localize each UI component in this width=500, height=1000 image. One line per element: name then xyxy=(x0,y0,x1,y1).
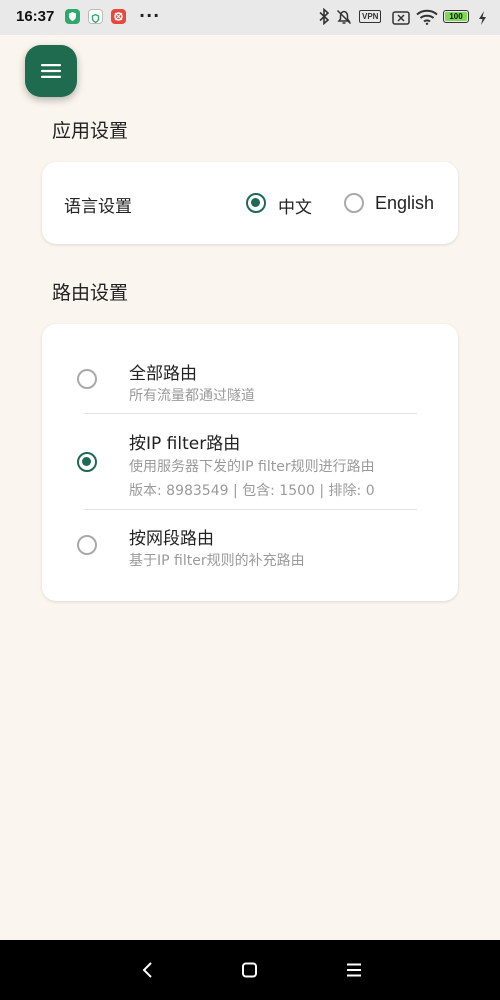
menu-button[interactable] xyxy=(25,45,77,97)
bell-off-icon xyxy=(335,8,353,30)
route-option-desc: 所有流量都通过隧道 xyxy=(129,388,255,404)
app-settings-title: 应用设置 xyxy=(52,120,129,142)
charging-icon xyxy=(478,10,487,29)
sim-off-icon xyxy=(392,10,410,29)
language-option-label: English xyxy=(375,193,435,213)
bluetooth-icon xyxy=(318,7,330,29)
status-time: 16:37 xyxy=(16,8,55,25)
divider xyxy=(83,413,417,414)
home-icon[interactable] xyxy=(241,960,259,984)
language-card: 语言设置 中文 English xyxy=(42,162,458,244)
radio-route-ip-filter[interactable] xyxy=(77,452,97,472)
battery-level: 100 xyxy=(445,12,467,21)
navigation-bar xyxy=(0,940,500,1000)
wifi-icon xyxy=(416,9,438,29)
shield-green-icon xyxy=(65,9,80,24)
radio-english[interactable] xyxy=(344,193,364,213)
menu-icon xyxy=(41,64,61,78)
route-option-title: 全部路由 xyxy=(129,364,197,384)
radio-chinese[interactable] xyxy=(246,193,266,213)
shield-outline-icon xyxy=(88,9,103,24)
route-option-desc: 基于IP filter规则的补充路由 xyxy=(129,553,305,569)
route-option-title: 按网段路由 xyxy=(129,529,214,549)
route-card: 全部路由 所有流量都通过隧道 按IP filter路由 使用服务器下发的IP f… xyxy=(42,324,458,601)
route-option-title: 按IP filter路由 xyxy=(129,434,241,454)
radio-route-all[interactable] xyxy=(77,369,97,389)
route-option-detail: 版本: 8983549 | 包含: 1500 | 排除: 0 xyxy=(129,483,375,499)
red-app-icon xyxy=(111,9,126,24)
language-label: 语言设置 xyxy=(64,197,132,217)
battery-icon: 100 xyxy=(443,10,469,23)
more-notifications: ··· xyxy=(139,6,161,25)
radio-route-subnet[interactable] xyxy=(77,535,97,555)
language-option-label: 中文 xyxy=(278,198,312,218)
back-icon[interactable] xyxy=(140,960,156,984)
divider xyxy=(83,509,417,510)
route-settings-title: 路由设置 xyxy=(52,282,129,304)
route-option-desc: 使用服务器下发的IP filter规则进行路由 xyxy=(129,459,375,475)
status-bar: 16:37 ··· VPN 100 xyxy=(0,0,500,35)
recents-icon[interactable] xyxy=(345,960,363,984)
vpn-icon: VPN xyxy=(359,10,382,23)
